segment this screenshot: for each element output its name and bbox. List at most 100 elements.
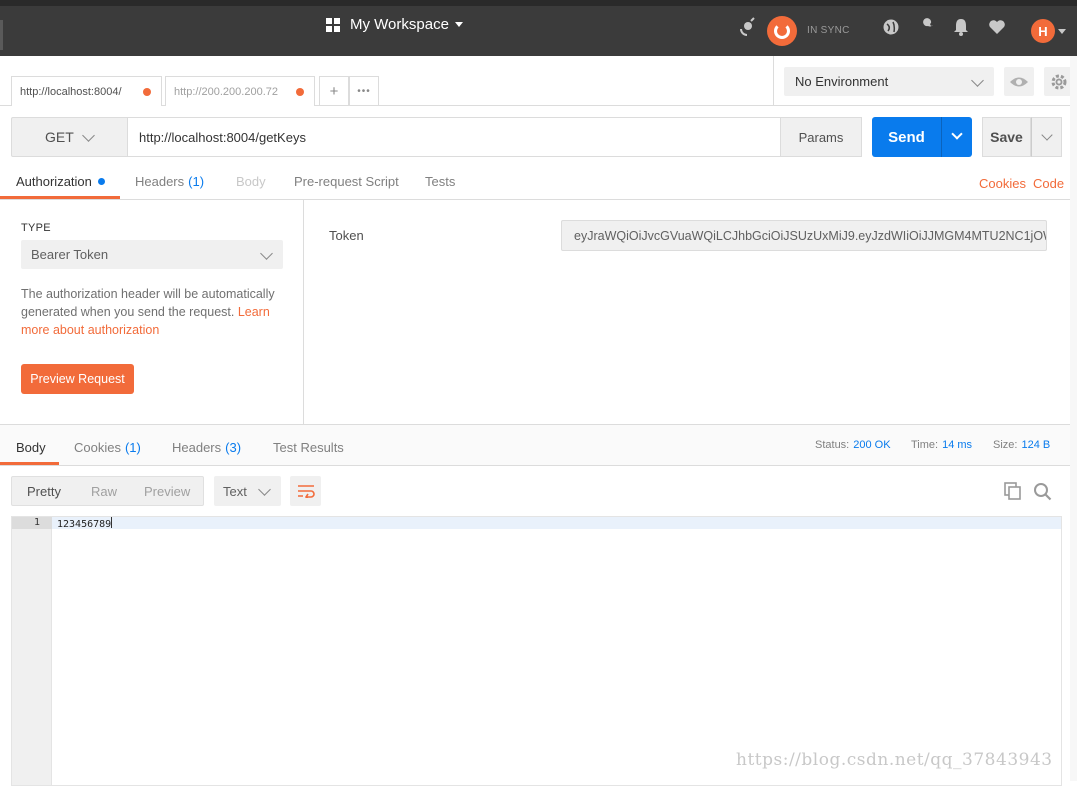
new-tab-button[interactable]: + (319, 76, 349, 106)
send-dropdown-button[interactable] (941, 117, 972, 157)
token-input[interactable]: eyJraWQiOiJvcGVuaWQiLCJhbGciOiJSUzUxMiJ9… (561, 220, 1047, 251)
save-button[interactable]: Save (982, 117, 1031, 157)
avatar[interactable]: H (1031, 19, 1055, 43)
size-readout: Size: 124 B (993, 439, 1050, 451)
token-value: eyJraWQiOiJvcGVuaWQiLCJhbGciOiJSUzUxMiJ9… (574, 228, 1047, 243)
text-caret (111, 517, 113, 528)
method-select[interactable]: GET (11, 117, 128, 157)
tab-localhost[interactable]: http://localhost:8004/ (11, 76, 162, 106)
tab-headers-label: Headers (172, 440, 222, 455)
status-readout: Status: 200 OK (815, 439, 891, 451)
size-label: Size: (993, 439, 1018, 451)
watermark: https://blog.csdn.net/qq_37843943 (736, 750, 1053, 770)
format-toggle-group: Pretty Raw Preview (11, 476, 204, 506)
line-gutter (12, 517, 52, 785)
url-value: http://localhost:8004/getKeys (139, 129, 306, 145)
chevron-down-icon (82, 129, 95, 142)
preview-button[interactable]: Preview (144, 484, 190, 499)
response-type-select[interactable]: Text (214, 476, 281, 506)
token-label: Token (329, 228, 364, 243)
sync-status: IN SYNC (807, 25, 850, 36)
time-value: 14 ms (942, 439, 973, 451)
cookies-link[interactable]: Cookies (979, 176, 1026, 191)
chevron-down-icon (260, 247, 273, 260)
status-label: Status: (815, 439, 850, 451)
satellite-icon[interactable] (736, 16, 758, 38)
pretty-button[interactable]: Pretty (27, 484, 61, 499)
code-link[interactable]: Code (1033, 176, 1064, 191)
tab-label: http://localhost:8004/ (20, 85, 122, 98)
method-value: GET (45, 129, 74, 145)
auth-type-value: Bearer Token (31, 247, 109, 262)
globe-icon[interactable] (880, 16, 902, 38)
preview-request-button[interactable]: Preview Request (21, 364, 134, 394)
response-tabs: Body Cookies (1) Headers (3) Test Results … (0, 424, 1077, 466)
chevron-down-icon (258, 483, 271, 496)
chevron-down-icon (971, 74, 984, 87)
time-label: Time: (911, 439, 939, 451)
headers-count: (1) (188, 174, 205, 189)
response-headers-count: (3) (225, 440, 242, 455)
tab-response-cookies[interactable]: Cookies (1) (74, 440, 141, 455)
tab-body[interactable]: Body (236, 174, 266, 189)
tab-response-body[interactable]: Body (16, 440, 46, 455)
tab-tests[interactable]: Tests (425, 174, 455, 189)
workspace-switcher[interactable]: My Workspace (326, 16, 463, 33)
tab-authorization[interactable]: Authorization (16, 174, 105, 189)
workspace-name: My Workspace (350, 16, 449, 33)
save-dropdown-button[interactable] (1031, 117, 1062, 157)
send-button[interactable]: Send (872, 117, 941, 157)
environment-select[interactable]: No Environment (784, 67, 994, 96)
scrollbar[interactable] (1070, 56, 1077, 781)
size-value: 124 B (1021, 439, 1051, 451)
response-type-value: Text (223, 483, 247, 499)
raw-button[interactable]: Raw (91, 484, 117, 499)
avatar-caret-icon[interactable] (1058, 29, 1066, 34)
unsaved-dot (296, 88, 304, 96)
status-value: 200 OK (853, 439, 891, 451)
workspace-grid-icon (326, 17, 340, 32)
bell-icon[interactable] (950, 16, 972, 38)
sync-icon[interactable] (767, 16, 797, 46)
line-number: 1 (12, 517, 52, 529)
tab-test-results[interactable]: Test Results (273, 440, 344, 455)
eye-icon[interactable] (1004, 67, 1034, 96)
chevron-down-icon (951, 128, 963, 140)
active-tab-underline (0, 196, 120, 199)
wrench-icon[interactable] (916, 16, 938, 38)
params-button[interactable]: Params (780, 117, 862, 157)
request-tabs-bar: http://localhost:8004/ http://200.200.20… (0, 56, 774, 106)
request-section-tabs: Authorization Headers (1) Body Pre-reques… (0, 166, 1077, 200)
active-tab-underline (0, 462, 59, 465)
tab-response-headers[interactable]: Headers (3) (172, 440, 241, 455)
environment-value: No Environment (795, 74, 889, 89)
current-line-highlight (52, 517, 1061, 529)
active-dot (97, 178, 105, 185)
copy-icon[interactable] (1004, 482, 1022, 503)
tab-remote[interactable]: http://200.200.200.72 (165, 76, 315, 106)
search-icon[interactable] (1033, 482, 1052, 504)
response-content: 123456789 (57, 517, 113, 531)
response-body-editor[interactable]: 1 123456789 (11, 516, 1062, 786)
tab-headers-label: Headers (135, 174, 185, 189)
cookies-count: (1) (124, 440, 141, 455)
more-tabs-button[interactable]: ••• (349, 76, 379, 106)
header-edge (0, 20, 3, 50)
tab-headers[interactable]: Headers (1) (135, 174, 204, 189)
tab-prerequest-script[interactable]: Pre-request Script (294, 174, 399, 189)
caret-down-icon (454, 22, 463, 27)
heart-icon[interactable] (986, 16, 1008, 38)
url-input[interactable]: http://localhost:8004/getKeys (127, 117, 781, 157)
auth-type-select[interactable]: Bearer Token (21, 240, 283, 269)
wrap-lines-icon[interactable] (290, 476, 321, 506)
auth-description-text: The authorization header will be automat… (21, 287, 275, 319)
unsaved-dot (143, 88, 151, 96)
auth-description: The authorization header will be automat… (21, 285, 286, 339)
time-readout: Time: 14 ms (911, 439, 972, 451)
tab-cookies-label: Cookies (74, 440, 121, 455)
chevron-down-icon (1041, 129, 1053, 141)
type-label: TYPE (21, 222, 51, 234)
tab-authorization-label: Authorization (16, 174, 92, 189)
response-text: 123456789 (57, 519, 112, 530)
tab-label: http://200.200.200.72 (174, 85, 278, 98)
